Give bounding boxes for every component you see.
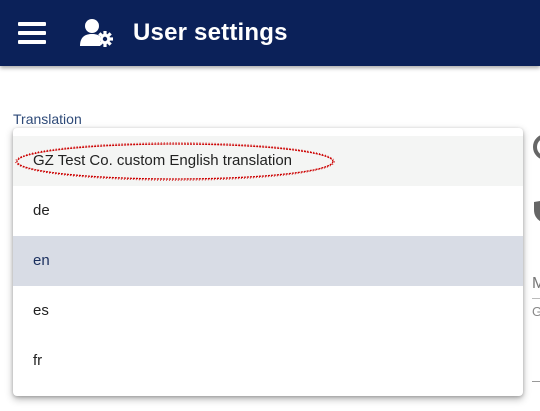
partial-circle-icon	[530, 132, 540, 162]
partial-field-underline	[532, 298, 540, 299]
user-gear-icon	[80, 18, 114, 48]
hamburger-menu-icon[interactable]	[16, 17, 48, 49]
translation-dropdown-menu: GZ Test Co. custom English translation d…	[13, 128, 523, 396]
user-settings-page: User settings Translation M G GZ Test Co…	[0, 0, 540, 411]
partial-field-hint: G	[532, 304, 540, 319]
top-app-bar: User settings	[0, 0, 540, 66]
partial-field-label: M	[532, 275, 540, 292]
dropdown-option-es[interactable]: es	[13, 286, 523, 336]
page-title: User settings	[133, 19, 288, 46]
translation-field-label: Translation	[13, 111, 82, 127]
partial-divider	[532, 381, 540, 382]
partial-shield-icon	[532, 200, 540, 226]
dropdown-option-en[interactable]: en	[13, 236, 523, 286]
dropdown-option-custom-english[interactable]: GZ Test Co. custom English translation	[13, 136, 523, 186]
dropdown-option-fr[interactable]: fr	[13, 336, 523, 386]
dropdown-option-de[interactable]: de	[13, 186, 523, 236]
